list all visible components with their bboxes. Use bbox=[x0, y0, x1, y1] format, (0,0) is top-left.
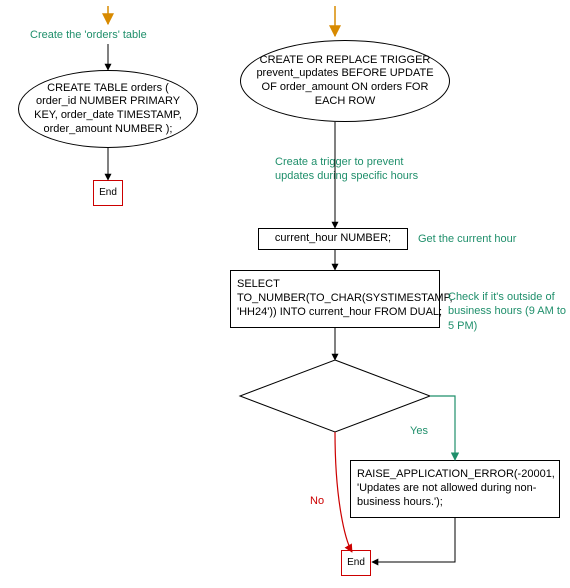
caption-create-table: Create the 'orders' table bbox=[30, 28, 180, 42]
node-raise-text: RAISE_APPLICATION_ERROR(-20001, 'Updates… bbox=[357, 468, 555, 509]
caption-check: Check if it's outside of business hours … bbox=[448, 290, 566, 333]
node-trigger: CREATE OR REPLACE TRIGGER prevent_update… bbox=[240, 40, 450, 122]
node-raise: RAISE_APPLICATION_ERROR(-20001, 'Updates… bbox=[350, 460, 560, 518]
edge-label-no: No bbox=[310, 495, 324, 507]
node-end-right-text: End bbox=[347, 557, 365, 570]
caption-trigger: Create a trigger to prevent updates duri… bbox=[275, 155, 435, 184]
node-end-left: End bbox=[93, 180, 123, 206]
node-decision-text: current_hour< 9 OR current_hour>= 17 ? bbox=[252, 382, 412, 410]
node-trigger-text: CREATE OR REPLACE TRIGGER prevent_update… bbox=[251, 54, 439, 109]
node-create-table-text: CREATE TABLE orders ( order_id NUMBER PR… bbox=[29, 82, 187, 137]
node-declare-text: current_hour NUMBER; bbox=[275, 232, 391, 246]
caption-get-hour: Get the current hour bbox=[418, 232, 548, 246]
node-decision: current_hour< 9 OR current_hour>= 17 ? bbox=[252, 376, 412, 416]
edge-label-yes: Yes bbox=[410, 425, 428, 437]
node-end-left-text: End bbox=[99, 187, 117, 200]
node-select-text: SELECT TO_NUMBER(TO_CHAR(SYSTIMESTAMP, '… bbox=[237, 278, 453, 319]
node-end-right: End bbox=[341, 550, 371, 576]
node-select: SELECT TO_NUMBER(TO_CHAR(SYSTIMESTAMP, '… bbox=[230, 270, 440, 328]
node-declare: current_hour NUMBER; bbox=[258, 228, 408, 250]
node-create-table: CREATE TABLE orders ( order_id NUMBER PR… bbox=[18, 70, 198, 148]
